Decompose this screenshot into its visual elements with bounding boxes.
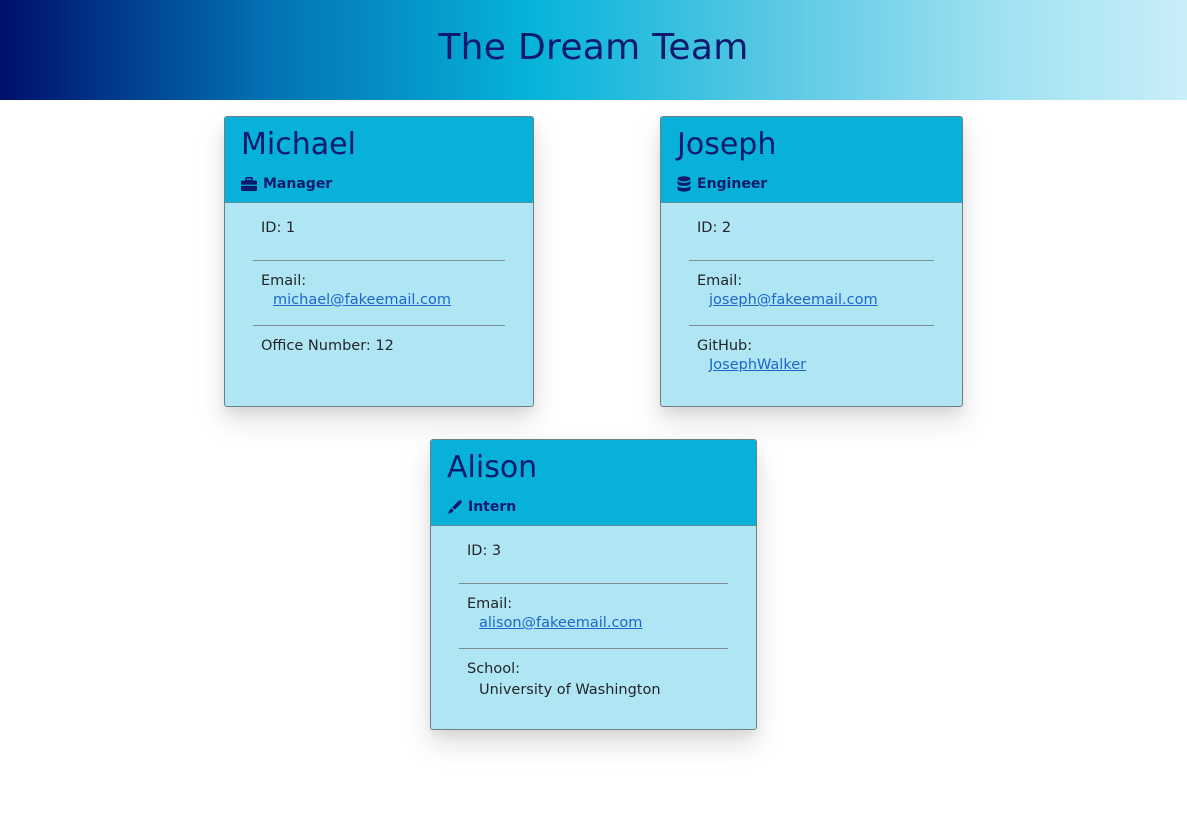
employee-card-manager: Michael Manager ID: 1 Email: michael@fak… xyxy=(224,116,534,407)
employee-role: Manager xyxy=(241,175,332,193)
role-label: Engineer xyxy=(697,176,768,192)
email-link[interactable]: alison@fakeemail.com xyxy=(459,615,642,631)
school-value: University of Washington xyxy=(479,682,661,698)
role-label: Intern xyxy=(468,499,517,515)
id-row: ID: 2 xyxy=(689,220,934,261)
school-row: School: University of Washington xyxy=(459,649,728,698)
email-row: Email: alison@fakeemail.com xyxy=(459,584,728,649)
email-link[interactable]: joseph@fakeemail.com xyxy=(689,292,878,308)
employee-name: Joseph xyxy=(677,127,777,162)
email-row: Email: joseph@fakeemail.com xyxy=(689,261,934,326)
github-label: GitHub: xyxy=(697,338,753,354)
card-body: ID: 1 Email: michael@fakeemail.com Offic… xyxy=(225,203,533,354)
id-text: ID: 3 xyxy=(467,543,502,559)
office-row: Office Number: 12 xyxy=(253,326,505,354)
employee-card-engineer: Joseph Engineer ID: 2 Email: joseph@fake… xyxy=(660,116,963,407)
card-body: ID: 2 Email: joseph@fakeemail.com GitHub… xyxy=(661,203,962,373)
github-row: GitHub: JosephWalker xyxy=(689,326,934,373)
employee-role: Intern xyxy=(447,498,516,516)
id-text: ID: 1 xyxy=(261,220,296,236)
email-link[interactable]: michael@fakeemail.com xyxy=(253,292,451,308)
office-number: Office Number: 12 xyxy=(261,338,394,354)
pen-icon xyxy=(447,499,462,515)
employee-name: Michael xyxy=(241,127,356,162)
github-link[interactable]: JosephWalker xyxy=(689,357,806,373)
database-icon xyxy=(677,176,691,192)
briefcase-icon xyxy=(241,177,257,191)
card-header: Michael Manager xyxy=(225,117,533,203)
email-row: Email: michael@fakeemail.com xyxy=(253,261,505,326)
card-body: ID: 3 Email: alison@fakeemail.com School… xyxy=(431,526,756,698)
email-label: Email: xyxy=(467,596,513,612)
email-label: Email: xyxy=(261,273,307,289)
id-text: ID: 2 xyxy=(697,220,732,236)
role-label: Manager xyxy=(263,176,333,192)
id-row: ID: 3 xyxy=(459,543,728,584)
page-header: The Dream Team xyxy=(0,0,1187,100)
employee-role: Engineer xyxy=(677,175,767,193)
email-label: Email: xyxy=(697,273,743,289)
employee-name: Alison xyxy=(447,450,538,485)
card-header: Joseph Engineer xyxy=(661,117,962,203)
school-label: School: xyxy=(467,661,521,677)
employee-card-intern: Alison Intern ID: 3 Email: alison@fakeem… xyxy=(430,439,757,730)
id-row: ID: 1 xyxy=(253,220,505,261)
card-header: Alison Intern xyxy=(431,440,756,526)
page-title: The Dream Team xyxy=(438,27,749,68)
